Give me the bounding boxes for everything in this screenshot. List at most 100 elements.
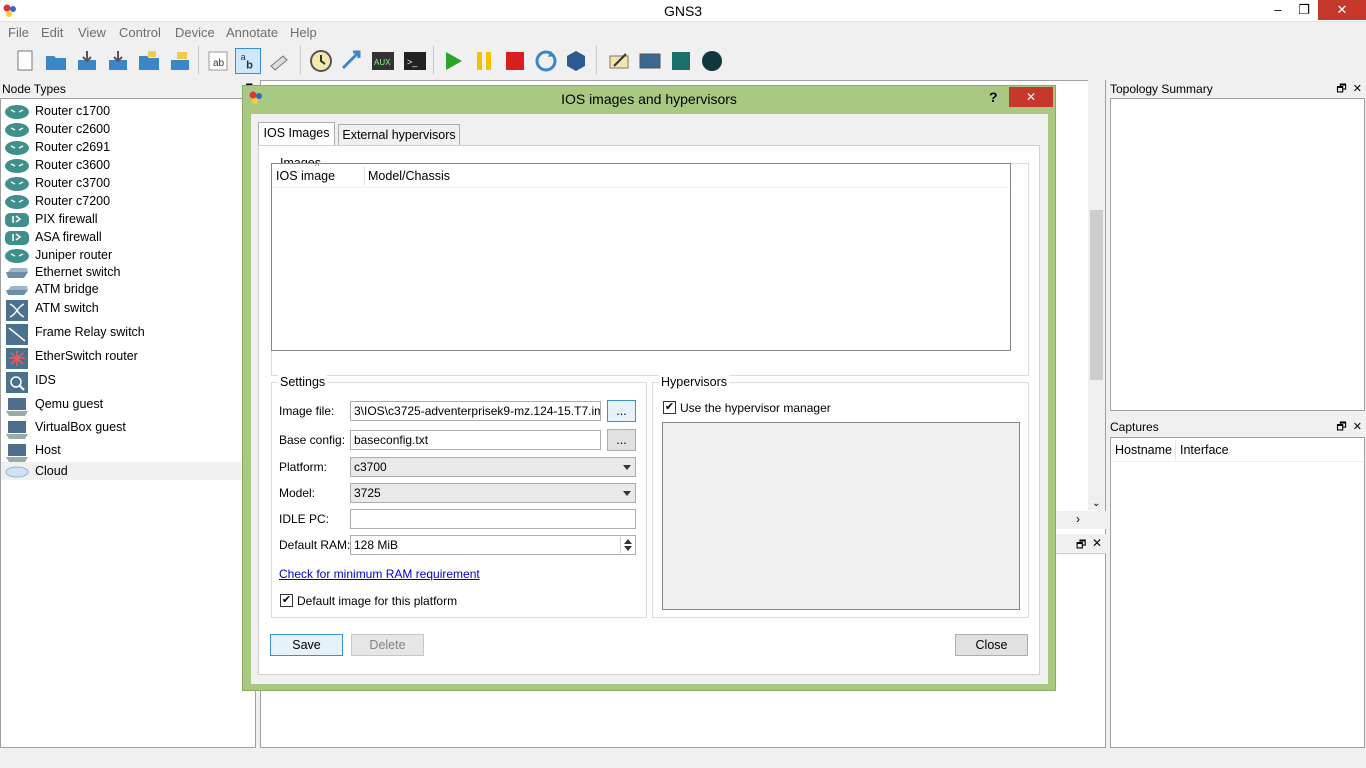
menu-help[interactable]: Help [290, 25, 317, 40]
new-file-icon[interactable] [12, 48, 38, 74]
image-file-input[interactable]: 3\IOS\c3725-adventerprisek9-mz.124-15.T7… [350, 401, 601, 421]
node-label: EtherSwitch router [35, 349, 138, 363]
node-router-c1700[interactable]: Router c1700 [1, 102, 241, 120]
stop-icon[interactable] [502, 48, 528, 74]
spin-up-icon[interactable] [624, 539, 632, 544]
add-note-icon[interactable] [606, 48, 632, 74]
idle-pc-input[interactable] [350, 509, 636, 529]
minimize-button[interactable]: – [1264, 0, 1292, 20]
canvas-horizontal-scrollbar[interactable]: › [1056, 511, 1106, 529]
node-virtualbox-guest[interactable]: VirtualBox guest [1, 418, 241, 440]
close-button[interactable]: Close [955, 634, 1028, 656]
tab-external-hypervisors[interactable]: External hypervisors [338, 124, 460, 146]
router-icon [5, 177, 29, 191]
node-router-c2600[interactable]: Router c2600 [1, 120, 241, 138]
float-panel-icon[interactable]: 🗗 [1336, 83, 1346, 95]
node-frame-relay-switch[interactable]: Frame Relay switch [1, 323, 241, 345]
open-project-icon[interactable] [136, 48, 162, 74]
computer-icon [6, 398, 28, 416]
menu-device[interactable]: Device [175, 25, 215, 40]
node-router-c3600[interactable]: Router c3600 [1, 156, 241, 174]
menu-control[interactable]: Control [119, 25, 161, 40]
header-divider [1111, 461, 1364, 462]
add-link-icon[interactable] [339, 48, 365, 74]
node-host[interactable]: Host [1, 441, 241, 463]
screenshot-icon[interactable] [266, 48, 292, 74]
float-panel-icon[interactable]: 🗗 [1076, 536, 1086, 555]
help-button[interactable]: ? [989, 89, 998, 105]
node-router-c7200[interactable]: Router c7200 [1, 192, 241, 210]
save-button[interactable]: Save [270, 634, 343, 656]
node-atm-bridge[interactable]: ATM bridge [1, 280, 241, 298]
column-interface[interactable]: Interface [1180, 443, 1229, 457]
base-config-input[interactable]: baseconfig.txt [350, 430, 601, 450]
node-atm-switch[interactable]: ATM switch [1, 299, 241, 321]
default-ram-spinbox[interactable]: 128 MiB [350, 535, 636, 555]
save-as-icon[interactable] [105, 48, 131, 74]
node-router-c3700[interactable]: Router c3700 [1, 174, 241, 192]
menu-file[interactable]: File [8, 25, 29, 40]
node-ethernet-switch[interactable]: Ethernet switch [1, 263, 241, 281]
console-icon[interactable]: >_ [402, 48, 428, 74]
menu-edit[interactable]: Edit [41, 25, 63, 40]
router-icon [5, 195, 29, 209]
insert-picture-icon[interactable] [637, 48, 663, 74]
save-project-icon[interactable] [167, 48, 193, 74]
node-juniper-router[interactable]: Juniper router [1, 246, 241, 264]
draw-rectangle-icon[interactable] [668, 48, 694, 74]
column-ios-image[interactable]: IOS image [276, 169, 335, 183]
images-table[interactable]: IOS image ^ Model/Chassis [271, 161, 1011, 351]
node-ids[interactable]: IDS [1, 371, 241, 393]
firewall-icon [5, 231, 29, 245]
reload-icon[interactable] [533, 48, 559, 74]
base-config-browse-button[interactable]: ... [607, 429, 636, 451]
model-select[interactable]: 3725 [350, 483, 636, 503]
spin-down-icon[interactable] [624, 546, 632, 551]
scroll-right-icon[interactable]: › [1076, 512, 1080, 526]
node-label: VirtualBox guest [35, 420, 126, 434]
delete-button[interactable]: Delete [351, 634, 424, 656]
float-panel-icon[interactable]: 🗗 [1336, 421, 1346, 433]
toolbar-separator [300, 46, 301, 74]
column-hostname[interactable]: Hostname [1115, 443, 1172, 457]
canvas-vertical-scrollbar[interactable]: ⌄ [1088, 80, 1105, 510]
draw-ellipse-icon[interactable] [699, 48, 725, 74]
node-router-c2691[interactable]: Router c2691 [1, 138, 241, 156]
menu-view[interactable]: View [78, 25, 106, 40]
image-file-browse-button[interactable]: ... [607, 400, 636, 422]
platform-select[interactable]: c3700 [350, 457, 636, 477]
menu-annotate[interactable]: Annotate [226, 25, 278, 40]
node-asa-firewall[interactable]: ASA firewall [1, 228, 241, 246]
clock-icon[interactable] [308, 48, 334, 74]
use-hypervisor-manager-checkbox[interactable]: ✔ [663, 401, 676, 414]
node-qemu-guest[interactable]: Qemu guest [1, 395, 241, 417]
start-icon[interactable] [440, 48, 466, 74]
snapshot-icon[interactable]: ab [205, 48, 231, 74]
spin-buttons[interactable] [620, 537, 634, 553]
node-pix-firewall[interactable]: PIX firewall [1, 210, 241, 228]
pause-icon[interactable] [471, 48, 497, 74]
virtualbox-icon[interactable] [563, 48, 589, 74]
scroll-down-icon[interactable]: ⌄ [1092, 498, 1100, 509]
restore-button[interactable]: ❐ [1290, 0, 1318, 20]
node-cloud[interactable]: Cloud [1, 462, 241, 480]
use-hypervisor-manager-label: Use the hypervisor manager [680, 401, 831, 415]
close-panel-icon[interactable]: ✕ [1353, 83, 1362, 95]
default-image-checkbox[interactable]: ✔ [280, 594, 293, 607]
show-interface-labels-icon[interactable]: ab [235, 48, 261, 74]
scrollbar-thumb[interactable] [1090, 210, 1103, 380]
hypervisor-list[interactable] [662, 422, 1020, 610]
dialog-close-button[interactable]: ✕ [1009, 87, 1053, 107]
save-icon[interactable] [74, 48, 100, 74]
close-panel-icon[interactable]: ✕ [1353, 421, 1362, 433]
tab-ios-images[interactable]: IOS Images [258, 122, 335, 146]
open-folder-icon[interactable] [43, 48, 69, 74]
captures-table[interactable]: Hostname Interface [1110, 437, 1365, 748]
column-model-chassis[interactable]: Model/Chassis [368, 169, 450, 183]
ram-requirement-link[interactable]: Check for minimum RAM requirement [279, 567, 480, 581]
close-window-button[interactable]: ✕ [1318, 0, 1366, 20]
aux-console-icon[interactable]: AUX [370, 48, 396, 74]
close-panel-icon[interactable]: ✕ [1092, 536, 1102, 550]
topology-summary-tree[interactable] [1110, 98, 1365, 411]
node-etherswitch-router[interactable]: EtherSwitch router [1, 347, 241, 369]
